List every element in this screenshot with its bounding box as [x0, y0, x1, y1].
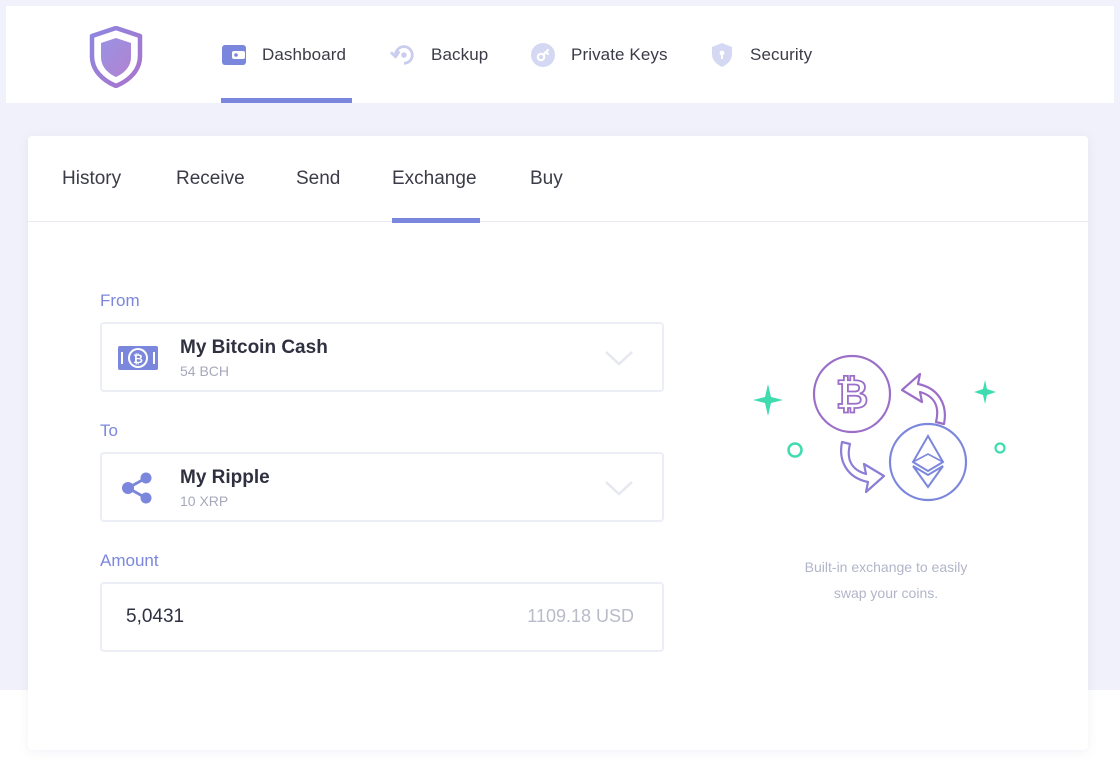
to-label: To: [100, 421, 118, 440]
top-navigation: Dashboard Backup Private Keys Security: [6, 6, 1114, 103]
exchange-illustration: ₿: [746, 344, 1012, 504]
from-wallet-balance: 54 BCH: [180, 363, 230, 379]
svg-text:₿: ₿: [836, 372, 869, 418]
backup-icon: [390, 42, 416, 68]
nav-private-keys-label: Private Keys: [571, 44, 668, 64]
amount-label: Amount: [100, 551, 159, 570]
tab-send[interactable]: Send: [296, 136, 340, 222]
from-wallet-name: My Bitcoin Cash: [180, 337, 328, 358]
tab-receive[interactable]: Receive: [176, 136, 245, 222]
amount-field: 1109.18 USD: [100, 582, 664, 652]
chevron-down-icon: [604, 478, 634, 498]
nav-backup[interactable]: Backup: [390, 6, 488, 103]
to-wallet-name: My Ripple: [180, 467, 270, 488]
shield-lock-icon: [709, 42, 735, 68]
tab-exchange[interactable]: Exchange: [392, 136, 480, 223]
nav-security-label: Security: [750, 44, 813, 64]
from-wallet-select[interactable]: ₿ My Bitcoin Cash 54 BCH: [100, 322, 664, 392]
bitcoin-cash-icon: ₿: [118, 340, 158, 376]
to-wallet-balance: 10 XRP: [180, 493, 229, 509]
amount-usd-value: 1109.18 USD: [527, 606, 634, 626]
svg-text:₿: ₿: [133, 352, 143, 366]
tab-buy[interactable]: Buy: [530, 136, 563, 222]
nav-security[interactable]: Security: [709, 6, 812, 103]
from-label: From: [100, 291, 140, 310]
app-window: Dashboard Backup Private Keys Security H…: [0, 0, 1120, 762]
nav-backup-label: Backup: [431, 44, 489, 64]
key-icon: [530, 42, 556, 68]
chevron-down-icon: [604, 348, 634, 368]
exchange-caption: Built-in exchange to easily swap your co…: [766, 554, 1006, 606]
exchange-caption-line1: Built-in exchange to easily: [804, 559, 968, 575]
nav-private-keys[interactable]: Private Keys: [530, 6, 668, 103]
nav-dashboard[interactable]: Dashboard: [221, 6, 352, 103]
nav-dashboard-label: Dashboard: [262, 44, 347, 64]
wallet-icon: [221, 42, 247, 68]
exchange-caption-line2: swap your coins.: [833, 585, 939, 601]
ripple-icon: [118, 470, 158, 506]
to-wallet-select[interactable]: My Ripple 10 XRP: [100, 452, 664, 522]
shield-logo-icon[interactable]: [88, 25, 144, 89]
exchange-card: History Receive Send Exchange Buy From ₿…: [28, 136, 1088, 750]
amount-input[interactable]: [126, 584, 426, 650]
tab-history[interactable]: History: [62, 136, 121, 222]
wallet-tabs: History Receive Send Exchange Buy: [28, 136, 1088, 223]
